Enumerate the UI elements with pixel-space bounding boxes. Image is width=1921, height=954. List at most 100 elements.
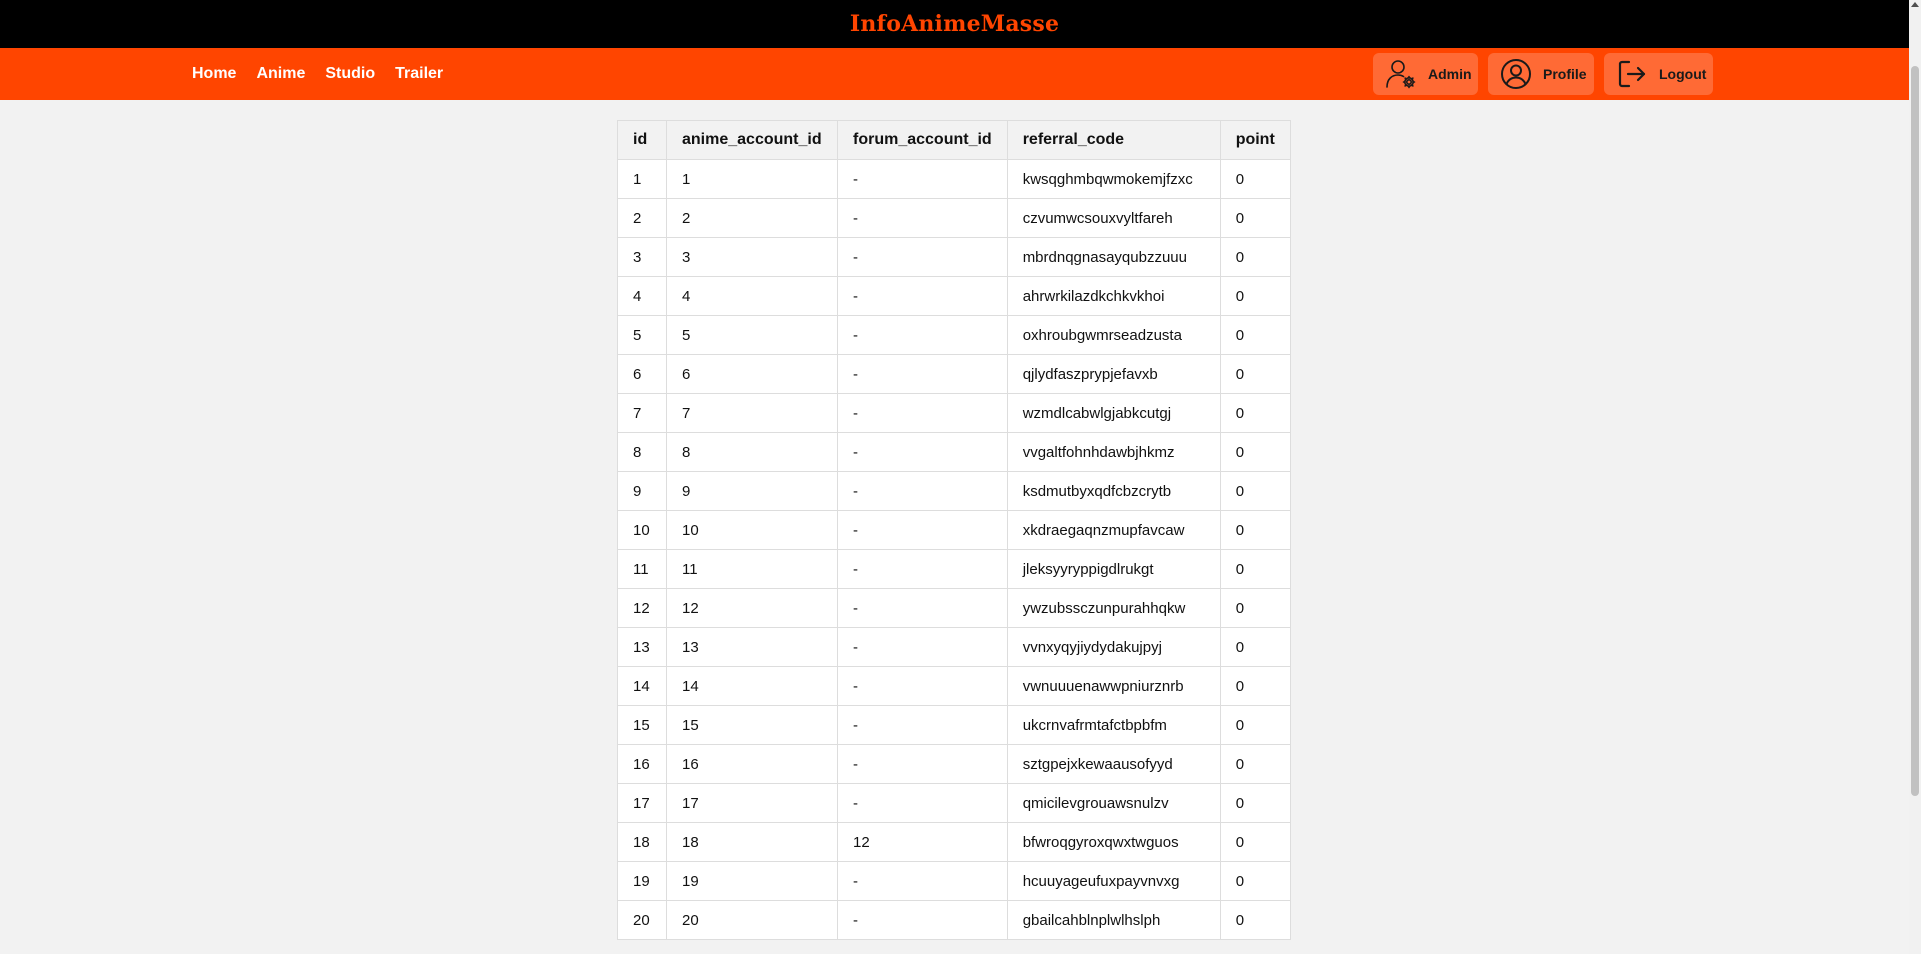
scroll-thumb[interactable] <box>1911 66 1919 796</box>
cell-forum-account-id: - <box>837 354 1008 394</box>
cell-point: 0 <box>1219 198 1291 238</box>
page-scrollbar[interactable] <box>1909 0 1921 954</box>
cell-point: 0 <box>1219 315 1291 355</box>
cell-referral-code: vvgaltfohnhdawbjhkmz <box>1006 432 1221 472</box>
cell-forum-account-id: - <box>837 393 1008 433</box>
cell-anime-account-id: 17 <box>666 783 838 823</box>
cell-forum-account-id: - <box>837 627 1008 667</box>
cell-point: 0 <box>1219 354 1291 394</box>
column-header-point: point <box>1219 120 1291 160</box>
cell-referral-code: sztgpejxkewaausofyyd <box>1006 744 1221 784</box>
nav-link-anime[interactable]: Anime <box>256 65 305 83</box>
cell-referral-code: wzmdlcabwlgjabkcutgj <box>1006 393 1221 433</box>
table-row: 7 7- wzmdlcabwlgjabkcutgj 0 <box>617 393 1291 433</box>
cell-forum-account-id: - <box>837 471 1008 511</box>
cell-id: 11 <box>617 549 667 589</box>
cell-anime-account-id: 10 <box>666 510 838 550</box>
referral-table: id anime_account_id forum_account_id ref… <box>617 120 1291 940</box>
table-row: 16 16- sztgpejxkewaausofyyd 0 <box>617 744 1291 784</box>
cell-referral-code: bfwroqgyroxqwxtwguos <box>1006 822 1221 862</box>
admin-button[interactable]: Admin <box>1373 53 1478 95</box>
cell-anime-account-id: 2 <box>666 198 838 238</box>
admin-button-label: Admin <box>1428 66 1472 82</box>
nav-link-trailer[interactable]: Trailer <box>395 65 443 83</box>
cell-forum-account-id: - <box>837 510 1008 550</box>
cell-anime-account-id: 16 <box>666 744 838 784</box>
table-row: 9 9- ksdmutbyxqdfcbzcrytb 0 <box>617 471 1291 511</box>
scroll-up-arrow-icon[interactable] <box>1911 2 1919 7</box>
cell-forum-account-id: - <box>837 276 1008 316</box>
cell-point: 0 <box>1219 237 1291 277</box>
cell-point: 0 <box>1219 744 1291 784</box>
cell-id: 17 <box>617 783 667 823</box>
cell-id: 7 <box>617 393 667 433</box>
title-bar: InfoAnimeMasse <box>0 0 1909 48</box>
cell-id: 9 <box>617 471 667 511</box>
cell-point: 0 <box>1219 705 1291 745</box>
cell-anime-account-id: 18 <box>666 822 838 862</box>
cell-referral-code: czvumwcsouxvyltfareh <box>1006 198 1221 238</box>
table-header-row: id anime_account_id forum_account_id ref… <box>617 120 1291 160</box>
cell-anime-account-id: 13 <box>666 627 838 667</box>
table-row: 20 20- gbailcahblnplwlhslph 0 <box>617 900 1291 940</box>
cell-point: 0 <box>1219 588 1291 628</box>
profile-button[interactable]: Profile <box>1488 53 1594 95</box>
cell-referral-code: ywzubssczunpurahhqkw <box>1006 588 1221 628</box>
cell-anime-account-id: 20 <box>666 900 838 940</box>
cell-id: 3 <box>617 237 667 277</box>
cell-id: 13 <box>617 627 667 667</box>
table-row: 11 11- jleksyyryppigdlrukgt 0 <box>617 549 1291 589</box>
cell-point: 0 <box>1219 627 1291 667</box>
cell-id: 19 <box>617 861 667 901</box>
cell-forum-account-id: - <box>837 315 1008 355</box>
table-body: 1 1- kwsqghmbqwmokemjfzxc 0 2 2- czvumwcsouxvy… <box>617 159 1291 940</box>
cell-forum-account-id: - <box>837 237 1008 277</box>
cell-forum-account-id: - <box>837 549 1008 589</box>
table-row: 19 19- hcuuyageufuxpayvnvxg 0 <box>617 861 1291 901</box>
data-table-container: id anime_account_id forum_account_id ref… <box>617 120 1291 940</box>
cell-id: 5 <box>617 315 667 355</box>
cell-referral-code: oxhroubgwmrseadzusta <box>1006 315 1221 355</box>
cell-referral-code: xkdraegaqnzmupfavcaw <box>1006 510 1221 550</box>
cell-point: 0 <box>1219 783 1291 823</box>
cell-forum-account-id: - <box>837 588 1008 628</box>
column-header-forum-account-id: forum_account_id <box>837 120 1008 160</box>
nav-link-studio[interactable]: Studio <box>325 65 375 83</box>
cell-id: 8 <box>617 432 667 472</box>
cell-referral-code: qmicilevgrouawsnulzv <box>1006 783 1221 823</box>
profile-button-label: Profile <box>1543 66 1587 82</box>
column-header-id: id <box>617 120 667 160</box>
table-row: 6 6- qjlydfaszprypjefavxb 0 <box>617 354 1291 394</box>
logout-button[interactable]: Logout <box>1604 53 1713 95</box>
table-row: 13 13- vvnxyqyjiydydakujpyj 0 <box>617 627 1291 667</box>
table-row: 1 1- kwsqghmbqwmokemjfzxc 0 <box>617 159 1291 199</box>
column-header-anime-account-id: anime_account_id <box>666 120 838 160</box>
cell-point: 0 <box>1219 900 1291 940</box>
cell-anime-account-id: 14 <box>666 666 838 706</box>
table-row: 8 8- vvgaltfohnhdawbjhkmz 0 <box>617 432 1291 472</box>
cell-id: 14 <box>617 666 667 706</box>
cell-anime-account-id: 5 <box>666 315 838 355</box>
cell-referral-code: hcuuyageufuxpayvnvxg <box>1006 861 1221 901</box>
table-row: 5 5- oxhroubgwmrseadzusta 0 <box>617 315 1291 355</box>
table-row: 4 4- ahrwrkilazdkchkvkhoi 0 <box>617 276 1291 316</box>
table-row: 3 3- mbrdnqgnasayqubzzuuu 0 <box>617 237 1291 277</box>
cell-point: 0 <box>1219 549 1291 589</box>
cell-id: 4 <box>617 276 667 316</box>
cell-point: 0 <box>1219 666 1291 706</box>
cell-anime-account-id: 1 <box>666 159 838 199</box>
cell-point: 0 <box>1219 159 1291 199</box>
cell-forum-account-id: - <box>837 861 1008 901</box>
cell-anime-account-id: 19 <box>666 861 838 901</box>
column-header-referral-code: referral_code <box>1006 120 1221 160</box>
cell-forum-account-id: - <box>837 159 1008 199</box>
cell-referral-code: vvnxyqyjiydydakujpyj <box>1006 627 1221 667</box>
cell-anime-account-id: 4 <box>666 276 838 316</box>
nav-link-home[interactable]: Home <box>192 65 236 83</box>
cell-referral-code: vwnuuuenawwpniurznrb <box>1006 666 1221 706</box>
cell-id: 12 <box>617 588 667 628</box>
table-row: 17 17- qmicilevgrouawsnulzv 0 <box>617 783 1291 823</box>
cell-id: 15 <box>617 705 667 745</box>
cell-referral-code: ksdmutbyxqdfcbzcrytb <box>1006 471 1221 511</box>
table-row: 12 12- ywzubssczunpurahhqkw 0 <box>617 588 1291 628</box>
